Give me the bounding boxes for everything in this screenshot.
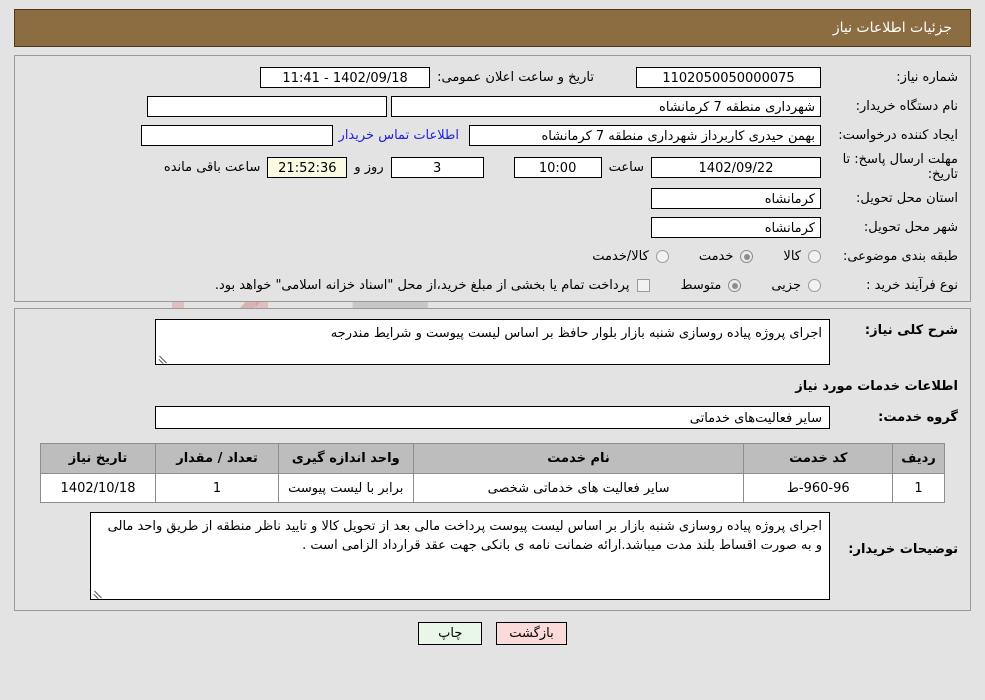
radio-icon-khedmat[interactable] — [740, 250, 754, 263]
remaining-days-field[interactable]: 3 — [390, 156, 484, 178]
need-summary-panel: شماره نیاز: 1102050050000075 تاریخ و ساع… — [14, 55, 971, 302]
cell-index: 1 — [892, 473, 945, 503]
page-root: جزئیات اطلاعات نیاز شماره نیاز: 11020500… — [0, 9, 985, 645]
deadline-hour-label: ساعت — [608, 159, 644, 175]
general-description-value: اجرای پروژه پیاده روسازی شنبه بازار بلوا… — [330, 326, 822, 341]
resize-grip-icon-notes[interactable] — [93, 587, 104, 598]
buyer-org-label: نام دستگاه خریدار: — [855, 99, 958, 114]
treasury-docs-checkbox[interactable] — [637, 279, 651, 292]
table-col-name: نام خدمت — [412, 443, 745, 474]
creator-secondary-field[interactable] — [140, 125, 333, 146]
city-field[interactable]: کرمانشاه — [651, 217, 821, 238]
cell-code: 960-96-ط — [743, 473, 894, 503]
radio-icon-motevaset[interactable] — [728, 279, 742, 292]
classification-option-kala[interactable]: کالا — [783, 249, 821, 264]
service-group-label: گروه خدمت: — [878, 410, 958, 425]
return-button[interactable]: بازگشت — [496, 622, 567, 645]
radio-icon-jozee[interactable] — [808, 279, 821, 292]
announce-datetime-label: تاریخ و ساعت اعلان عمومی: — [437, 70, 594, 85]
classification-option-kala-khedmat-label: کالا/خدمت — [592, 249, 649, 264]
cell-date: 1402/10/18 — [39, 473, 157, 503]
row-purchase-process: نوع فرآیند خرید : جزیی متوسط پرداخت تمام… — [27, 273, 958, 298]
page-title-bar: جزئیات اطلاعات نیاز — [14, 9, 971, 47]
purchase-process-label: نوع فرآیند خرید : — [866, 278, 958, 293]
process-option-jozee-label: جزیی — [771, 278, 801, 293]
table-col-quantity: تعداد / مقدار — [155, 443, 279, 474]
row-service-group: گروه خدمت: سایر فعالیت‌های خدماتی — [27, 406, 958, 429]
buyer-org-secondary-field[interactable] — [147, 96, 387, 117]
process-option-motevaset[interactable]: متوسط — [680, 278, 742, 293]
row-buyer-notes: توضیحات خریدار: اجرای پروژه پیاده روسازی… — [27, 512, 958, 600]
cell-name: سایر فعالیت های خدماتی شخصی — [412, 473, 745, 503]
classification-label: طبقه بندی موضوعی: — [842, 249, 958, 264]
remaining-days-label: روز و — [354, 159, 384, 175]
process-option-jozee[interactable]: جزیی — [771, 278, 821, 293]
general-description-textarea[interactable]: اجرای پروژه پیاده روسازی شنبه بازار بلوا… — [155, 319, 830, 365]
row-general-description: شرح کلی نیاز: اجرای پروژه پیاده روسازی ش… — [27, 319, 958, 365]
announce-datetime-field[interactable]: 1402/09/18 - 11:41 — [260, 67, 431, 88]
classification-option-kala-label: کالا — [783, 249, 801, 264]
deadline-label: مهلت ارسال پاسخ: تا تاریخ: — [842, 152, 958, 182]
buyer-notes-textarea[interactable]: اجرای پروژه پیاده روسازی شنبه بازار بر ا… — [90, 512, 830, 600]
buyer-org-field[interactable]: شهرداری منطقه 7 کرمانشاه — [391, 96, 821, 117]
classification-option-khedmat[interactable]: خدمت — [699, 249, 754, 264]
need-detail-panel: شرح کلی نیاز: اجرای پروژه پیاده روسازی ش… — [14, 308, 971, 611]
purchase-process-radio-group: جزیی متوسط — [650, 278, 821, 293]
row-need-number: شماره نیاز: 1102050050000075 تاریخ و ساع… — [27, 65, 958, 90]
cell-quantity: 1 — [155, 473, 279, 503]
table-row: 1 960-96-ط سایر فعالیت های خدماتی شخصی ب… — [39, 473, 945, 503]
remaining-hours-label: ساعت باقی مانده — [163, 159, 261, 175]
row-province: استان محل تحویل: کرمانشاه — [27, 186, 958, 211]
province-field[interactable]: کرمانشاه — [651, 188, 821, 209]
creator-label: ایجاد کننده درخواست: — [838, 128, 958, 143]
radio-icon-kala-khedmat[interactable] — [655, 250, 669, 263]
print-button[interactable]: چاپ — [418, 622, 483, 645]
table-header-row: ردیف کد خدمت نام خدمت واحد اندازه گیری ت… — [39, 443, 945, 474]
deadline-time-field[interactable]: 10:00 — [513, 156, 602, 178]
city-label: شهر محل تحویل: — [863, 220, 958, 235]
need-number-label: شماره نیاز: — [896, 70, 958, 85]
classification-option-kala-khedmat[interactable]: کالا/خدمت — [592, 249, 669, 264]
buyer-notes-label: توضیحات خریدار: — [848, 542, 958, 557]
radio-icon-kala[interactable] — [808, 250, 821, 263]
service-items-table: ردیف کد خدمت نام خدمت واحد اندازه گیری ت… — [39, 443, 945, 503]
footer-button-bar: بازگشت چاپ — [0, 622, 985, 645]
services-section-title: اطلاعات خدمات مورد نیاز — [795, 379, 958, 394]
buyer-notes-value: اجرای پروژه پیاده روسازی شنبه بازار بر ا… — [107, 519, 822, 553]
table-col-code: کد خدمت — [743, 443, 894, 474]
deadline-date-field[interactable]: 1402/09/22 — [651, 156, 821, 178]
creator-field[interactable]: بهمن حیدری کاربرداز شهرداری منطقه 7 کرما… — [469, 125, 821, 146]
province-label: استان محل تحویل: — [856, 191, 958, 206]
row-creator: ایجاد کننده درخواست: بهمن حیدری کاربرداز… — [27, 123, 958, 148]
row-deadline: مهلت ارسال پاسخ: تا تاریخ: 1402/09/22 سا… — [27, 152, 958, 182]
service-group-field[interactable]: سایر فعالیت‌های خدماتی — [155, 406, 830, 429]
row-city: شهر محل تحویل: کرمانشاه — [27, 215, 958, 240]
table-col-unit: واحد اندازه گیری — [277, 443, 414, 474]
treasury-docs-note: پرداخت تمام یا بخشی از مبلغ خرید،از محل … — [214, 278, 630, 293]
table-col-date: تاریخ نیاز — [39, 443, 157, 474]
buyer-contact-link[interactable]: اطلاعات تماس خریدار — [339, 128, 469, 143]
cell-unit: برابر با لیست پیوست — [277, 473, 414, 503]
need-number-field[interactable]: 1102050050000075 — [636, 67, 821, 88]
classification-radio-group: کالا خدمت کالا/خدمت — [562, 249, 821, 264]
remaining-countdown-field: 21:52:36 — [267, 156, 348, 178]
process-option-motevaset-label: متوسط — [680, 278, 722, 293]
row-buyer-org: نام دستگاه خریدار: شهرداری منطقه 7 کرمان… — [27, 94, 958, 119]
row-classification: طبقه بندی موضوعی: کالا خدمت کالا/خدمت — [27, 244, 958, 269]
classification-option-khedmat-label: خدمت — [698, 249, 734, 264]
general-description-label: شرح کلی نیاز: — [864, 323, 958, 338]
table-col-index: ردیف — [892, 443, 945, 474]
page-title: جزئیات اطلاعات نیاز — [832, 20, 952, 36]
resize-grip-icon[interactable] — [158, 352, 169, 363]
